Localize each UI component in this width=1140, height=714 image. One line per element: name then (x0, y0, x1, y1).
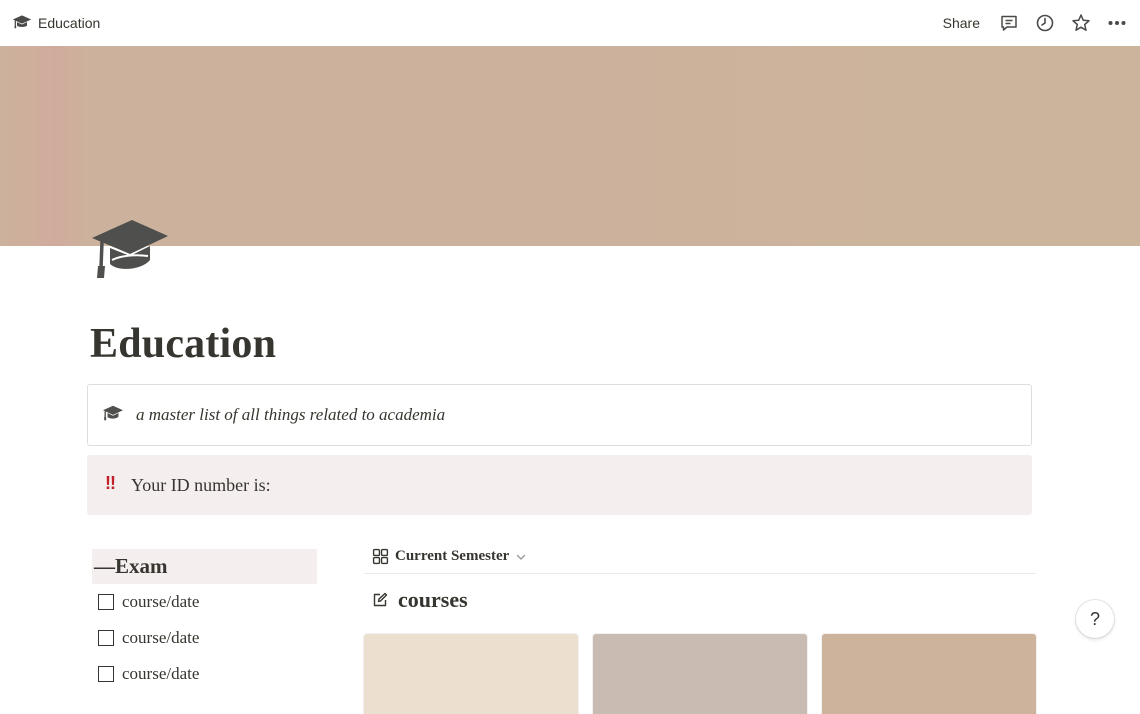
id-callout: !! Your ID number is: (87, 455, 1032, 515)
gallery-grid-icon (372, 548, 389, 565)
todo-item: course/date (92, 620, 317, 656)
breadcrumb-label: Education (38, 15, 101, 31)
graduation-cap-icon (12, 12, 32, 35)
course-card[interactable] (364, 634, 578, 714)
more-icon[interactable] (1106, 12, 1128, 34)
course-card[interactable] (822, 634, 1036, 714)
graduation-cap-icon[interactable] (88, 210, 172, 284)
help-button[interactable]: ? (1076, 600, 1114, 638)
todo-label[interactable]: course/date (122, 592, 199, 612)
courses-database: Current Semester courses (364, 540, 1036, 714)
todo-checkbox[interactable] (98, 594, 114, 610)
database-title-text: courses (398, 587, 468, 612)
chevron-down-icon (515, 551, 527, 563)
share-button[interactable]: Share (939, 12, 984, 34)
todo-checkbox[interactable] (98, 630, 114, 646)
gallery-cards (364, 634, 1036, 714)
breadcrumb[interactable]: Education (8, 9, 104, 38)
edit-icon (372, 592, 388, 608)
double-exclamation-icon: !! (105, 472, 116, 493)
exam-heading[interactable]: —Exam (92, 549, 317, 584)
todo-checkbox[interactable] (98, 666, 114, 682)
view-selector[interactable]: Current Semester (364, 540, 1036, 574)
todo-item: course/date (92, 584, 317, 620)
database-title[interactable]: courses (364, 574, 1036, 626)
topbar-actions: Share (939, 12, 1128, 34)
clock-icon[interactable] (1034, 12, 1056, 34)
view-label: Current Semester (395, 548, 510, 564)
id-text[interactable]: Your ID number is: (131, 475, 271, 496)
description-text: a master list of all things related to a… (136, 405, 446, 424)
top-bar: Education Share (0, 0, 1140, 46)
todo-label[interactable]: course/date (122, 664, 199, 684)
exam-section: —Exam course/date course/date course/dat… (92, 549, 317, 692)
star-icon[interactable] (1070, 12, 1092, 34)
graduation-cap-icon (102, 403, 124, 428)
page-title[interactable]: Education (90, 320, 276, 368)
comment-icon[interactable] (998, 12, 1020, 34)
description-callout: a master list of all things related to a… (87, 384, 1032, 446)
todo-item: course/date (92, 656, 317, 692)
todo-label[interactable]: course/date (122, 628, 199, 648)
course-card[interactable] (593, 634, 807, 714)
